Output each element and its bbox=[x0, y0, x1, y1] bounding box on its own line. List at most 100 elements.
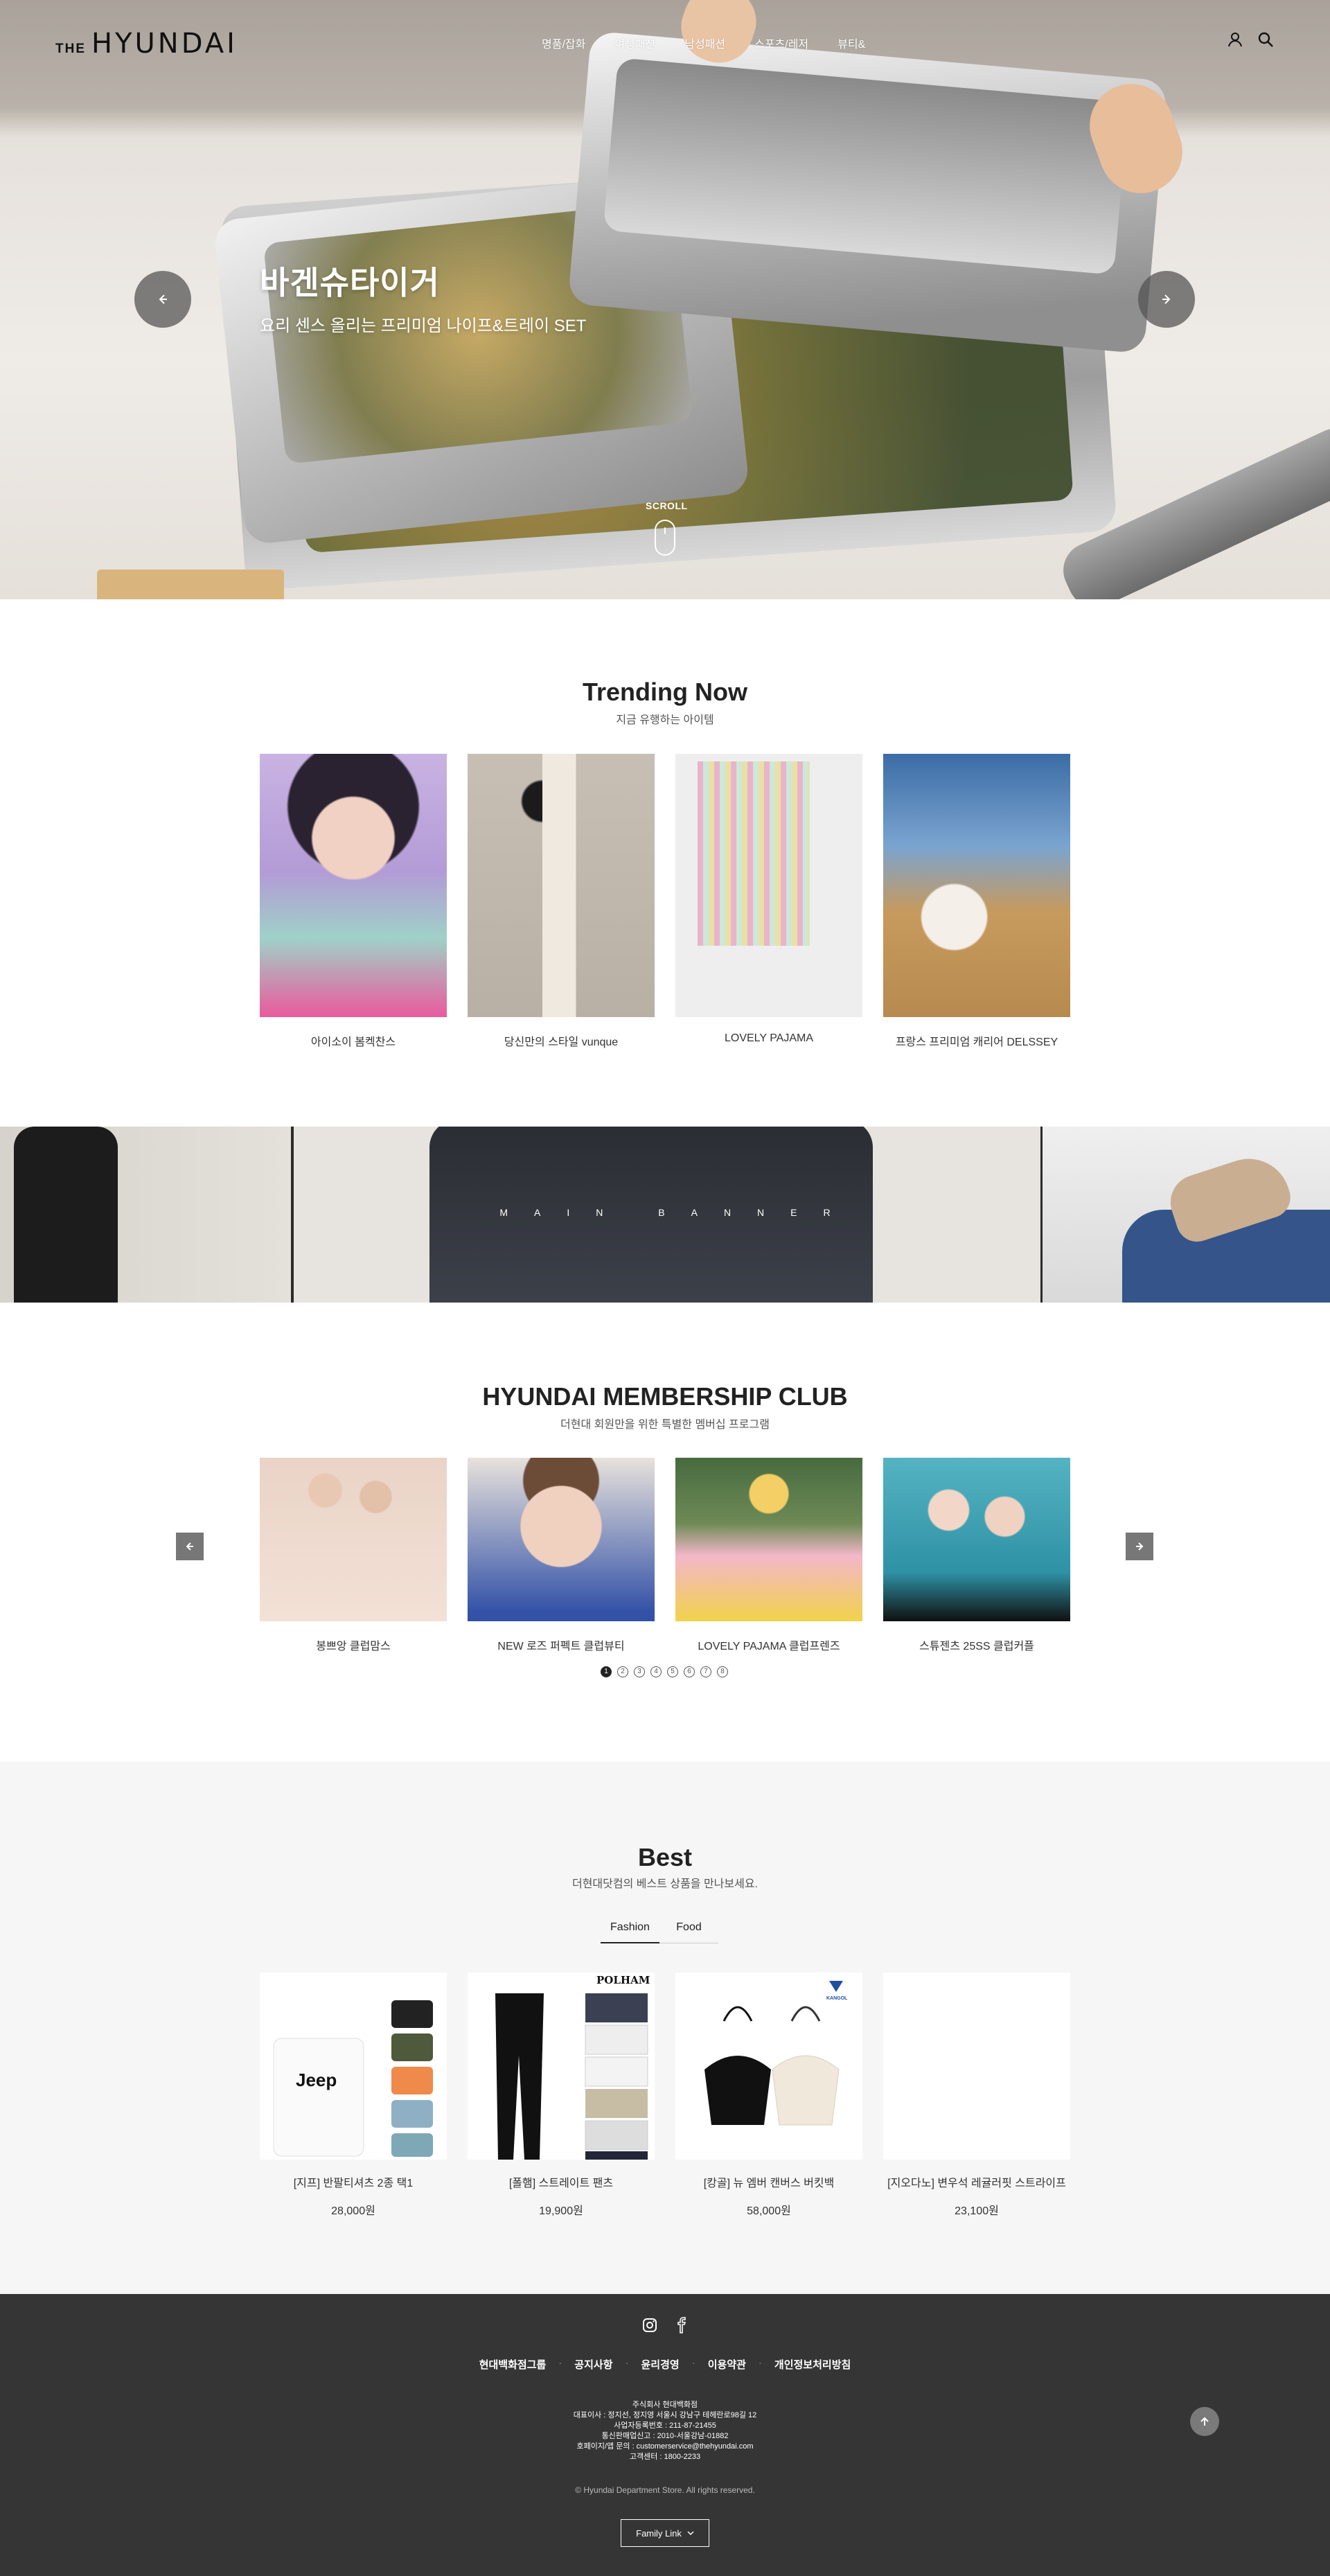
footer-info-line: 대표이사 : 정지선, 정지영 서울시 강남구 테헤란로98길 12 bbox=[573, 2411, 757, 2419]
main-banner[interactable]: MAIN BANNER bbox=[0, 1127, 1330, 1303]
pagination-dot[interactable]: 8 bbox=[717, 1666, 728, 1677]
pagination-dot[interactable]: 6 bbox=[684, 1666, 695, 1677]
membership-card[interactable]: NEW 로즈 퍼펙트 클럽뷰티 bbox=[468, 1458, 655, 1653]
pagination-dot[interactable]: 4 bbox=[650, 1666, 662, 1677]
mouse-icon bbox=[655, 520, 675, 556]
pagination-dot[interactable]: 5 bbox=[667, 1666, 678, 1677]
membership-card[interactable]: LOVELY PAJAMA 클럽프렌즈 bbox=[675, 1458, 862, 1653]
trending-title: Trending Now bbox=[583, 678, 747, 706]
footer-separator: · bbox=[758, 2357, 762, 2369]
family-link-select[interactable]: Family Link bbox=[621, 2519, 709, 2547]
best-product-card[interactable]: [지오다노] 변우석 레귤러핏 스트라이프 23,100원 bbox=[883, 1973, 1070, 2218]
trending-image bbox=[260, 754, 447, 1017]
trending-image bbox=[468, 754, 655, 1017]
nav-item-women[interactable]: 여성패션 bbox=[614, 35, 655, 51]
product-name: [지오다노] 변우석 레귤러핏 스트라이프 bbox=[887, 2178, 1066, 2189]
membership-label: 봉쁘앙 클럽맘스 bbox=[316, 1641, 391, 1652]
header-icons bbox=[1226, 30, 1275, 48]
product-price: 23,100원 bbox=[955, 2205, 999, 2217]
product-price: 58,000원 bbox=[747, 2205, 791, 2217]
chevron-down-icon bbox=[687, 2531, 694, 2536]
site-header: THE HYUNDAI 명품/잡화 여성패션 남성패션 스포츠/레저 뷰티& bbox=[0, 0, 1330, 83]
membership-label: NEW 로즈 퍼펙트 클럽뷰티 bbox=[497, 1641, 625, 1652]
membership-prev-button[interactable] bbox=[176, 1533, 204, 1560]
product-brand-text: Jeep bbox=[296, 2070, 337, 2090]
hero-prev-button[interactable] bbox=[134, 271, 191, 328]
footer-info-line: 호페이지/앱 문의 : customerservice@thehyundai.c… bbox=[576, 2442, 754, 2451]
footer-company-info: 주식회사 현대백화점 대표이사 : 정지선, 정지영 서울시 강남구 테헤란로9… bbox=[0, 2400, 1330, 2462]
trending-subtitle: 지금 유행하는 아이템 bbox=[616, 714, 714, 726]
best-subtitle: 더현대닷컴의 베스트 상품을 만나보세요. bbox=[571, 1878, 759, 1890]
pagination-dot[interactable]: 3 bbox=[634, 1666, 645, 1677]
hero-next-button[interactable] bbox=[1138, 271, 1195, 328]
footer-info-line: 고객센터 : 1800-2233 bbox=[629, 2453, 701, 2461]
best-product-card[interactable]: KANGOL [캉골] 뉴 엠버 캔버스 버킷백 58,000원 bbox=[675, 1973, 862, 2218]
product-name: [지프] 반팔티셔츠 2종 택1 bbox=[293, 2178, 414, 2189]
footer-info-line: 통신판매업신고 : 2010-서울강남-01882 bbox=[601, 2432, 729, 2440]
product-image bbox=[883, 1973, 1070, 2160]
footer-copyright: © Hyundai Department Store. All rights r… bbox=[575, 2485, 755, 2495]
main-banner-text: MAIN BANNER bbox=[499, 1207, 857, 1218]
scroll-indicator[interactable]: SCROLL bbox=[646, 500, 688, 556]
hero-text: 바겐슈타이거 요리 센스 올리는 프리미엄 나이프&트레이 SET bbox=[260, 258, 586, 336]
footer-link-privacy[interactable]: 개인정보처리방침 bbox=[774, 2357, 851, 2372]
pagination-dot[interactable]: 7 bbox=[700, 1666, 711, 1677]
arrow-up-icon bbox=[1200, 2417, 1209, 2426]
trending-image bbox=[675, 754, 862, 1017]
membership-label: LOVELY PAJAMA 클럽프렌즈 bbox=[698, 1641, 840, 1652]
facebook-icon[interactable] bbox=[673, 2317, 690, 2337]
footer-link-group[interactable]: 현대백화점그룹 bbox=[479, 2357, 547, 2372]
footer-social bbox=[641, 2317, 690, 2337]
membership-image bbox=[883, 1458, 1070, 1621]
scroll-to-top-button[interactable] bbox=[1190, 2407, 1219, 2436]
membership-label: 스튜젠츠 25SS 클럽커플 bbox=[919, 1641, 1034, 1652]
scroll-label: SCROLL bbox=[646, 500, 688, 511]
product-name: [폴햄] 스트레이트 팬츠 bbox=[508, 2178, 614, 2189]
hero-banner[interactable]: THE HYUNDAI 명품/잡화 여성패션 남성패션 스포츠/레저 뷰티& 바… bbox=[0, 0, 1330, 599]
nav-item-sports[interactable]: 스포츠/레저 bbox=[754, 35, 808, 51]
membership-card[interactable]: 봉쁘앙 클럽맘스 bbox=[260, 1458, 447, 1653]
footer-link-terms[interactable]: 이용약관 bbox=[708, 2357, 746, 2372]
product-brand-text: KANGOL bbox=[826, 1996, 848, 2001]
trending-label: 프랑스 프리미엄 캐리어 DELSSEY bbox=[895, 1036, 1058, 1048]
pagination-dot[interactable]: 1 bbox=[601, 1666, 612, 1677]
best-product-card[interactable]: POLHAM [폴햄] 스트레이트 팬츠 19,900원 bbox=[468, 1973, 655, 2218]
family-link-label: Family Link bbox=[636, 2528, 682, 2539]
trending-card[interactable]: 아이소이 봄켁찬스 bbox=[260, 754, 447, 1049]
footer-link-ethics[interactable]: 윤리경영 bbox=[641, 2357, 680, 2372]
membership-next-button[interactable] bbox=[1126, 1533, 1153, 1560]
product-illustration bbox=[495, 1993, 648, 2160]
tab-food[interactable]: Food bbox=[659, 1921, 718, 1943]
best-title: Best bbox=[637, 1843, 693, 1871]
trending-card[interactable]: 프랑스 프리미엄 캐리어 DELSSEY bbox=[883, 754, 1070, 1049]
footer-separator: · bbox=[625, 2357, 629, 2369]
product-name: [캉골] 뉴 엠버 캔버스 버킷백 bbox=[703, 2178, 835, 2189]
tab-fashion[interactable]: Fashion bbox=[601, 1921, 659, 1943]
membership-image bbox=[260, 1458, 447, 1621]
arrow-left-icon bbox=[186, 1542, 193, 1551]
logo[interactable]: THE HYUNDAI bbox=[55, 28, 238, 60]
membership-card[interactable]: 스튜젠츠 25SS 클럽커플 bbox=[883, 1458, 1070, 1653]
trending-label: LOVELY PAJAMA bbox=[724, 1032, 814, 1044]
footer-info-line: 사업자등록번호 : 211-87-21455 bbox=[614, 2421, 716, 2430]
footer-links: 현대백화점그룹 · 공지사항 · 윤리경영 · 이용약관 · 개인정보처리방침 bbox=[0, 2357, 1330, 2372]
membership-image bbox=[675, 1458, 862, 1621]
instagram-icon[interactable] bbox=[641, 2317, 658, 2337]
nav-item-luxury[interactable]: 명품/잡화 bbox=[542, 35, 585, 51]
nav-item-men[interactable]: 남성패션 bbox=[684, 35, 725, 51]
product-brand-text: POLHAM bbox=[596, 1974, 650, 1986]
logo-the: THE bbox=[55, 42, 86, 56]
footer-link-notice[interactable]: 공지사항 bbox=[574, 2357, 612, 2372]
best-product-card[interactable]: Jeep [지프] 반팔티셔츠 2종 택1 28,000원 bbox=[260, 1973, 447, 2218]
user-icon[interactable] bbox=[1226, 30, 1244, 48]
logo-hyundai: HYUNDAI bbox=[91, 28, 238, 60]
pagination-dot[interactable]: 2 bbox=[617, 1666, 628, 1677]
search-icon[interactable] bbox=[1257, 30, 1275, 48]
product-image: POLHAM bbox=[468, 1973, 655, 2160]
hero-title: 바겐슈타이거 bbox=[260, 265, 440, 301]
trending-card[interactable]: LOVELY PAJAMA bbox=[675, 754, 862, 1045]
site-footer: 현대백화점그룹 · 공지사항 · 윤리경영 · 이용약관 · 개인정보처리방침 … bbox=[0, 2294, 1330, 2576]
nav-item-beauty[interactable]: 뷰티& bbox=[837, 35, 865, 51]
page: THE HYUNDAI 명품/잡화 여성패션 남성패션 스포츠/레저 뷰티& 바… bbox=[0, 0, 1330, 2576]
trending-card[interactable]: 당신만의 스타일 vunque bbox=[468, 754, 655, 1049]
